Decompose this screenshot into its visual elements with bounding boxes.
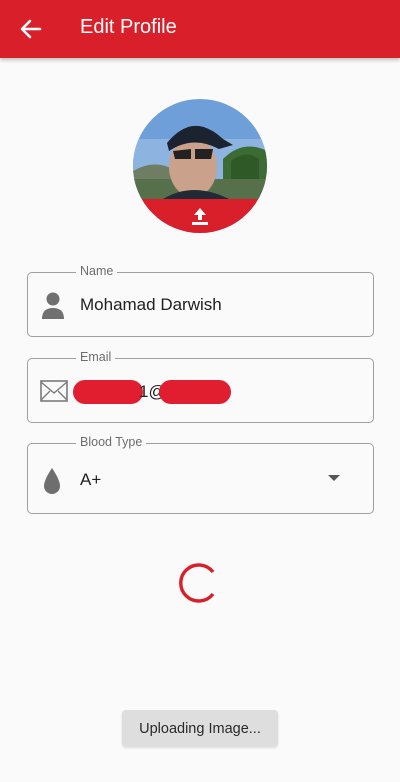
upload-icon[interactable] [189,205,211,227]
page-title: Edit Profile [80,16,177,38]
name-value[interactable]: Mohamad Darwish [80,295,222,315]
name-field-label: Name [76,264,118,278]
name-field[interactable]: Name Mohamad Darwish [27,264,374,337]
blood-drop-icon [44,468,60,494]
mail-icon [40,380,68,402]
blood-type-value: A+ [80,470,102,489]
app-bar: Edit Profile [0,0,400,58]
uploading-image-button[interactable]: Uploading Image... [122,710,278,747]
loading-spinner [179,563,215,603]
email-field[interactable]: Email 1@ [27,350,374,423]
blood-type-label: Blood Type [76,435,147,449]
upload-photo-band[interactable] [133,199,267,233]
person-icon [42,292,64,319]
back-arrow-icon[interactable] [14,13,48,45]
blood-type-dropdown[interactable]: Blood Type A+ [27,435,374,514]
redaction-mark [73,380,143,404]
redaction-mark [159,380,231,404]
caret-down-icon[interactable] [328,474,340,482]
email-field-label: Email [76,350,116,364]
profile-avatar[interactable] [133,99,267,233]
